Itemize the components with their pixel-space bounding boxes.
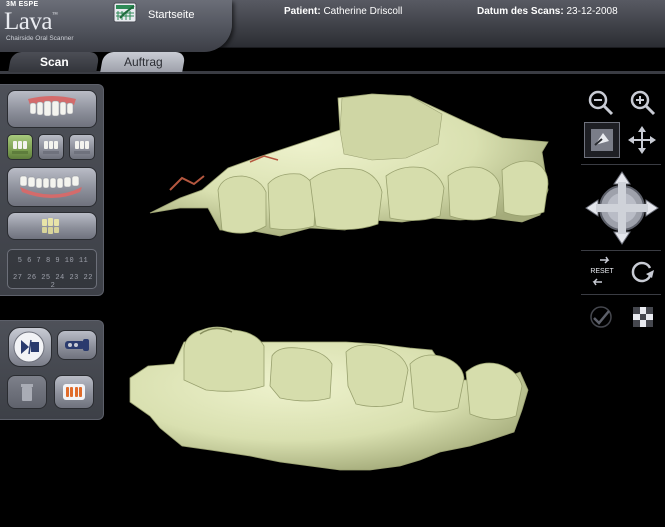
tray-button[interactable] <box>54 375 94 409</box>
pan-mode-icon[interactable] <box>626 124 658 156</box>
lower-arch-button[interactable] <box>7 167 97 207</box>
scan-date-label: Datum des Scans: <box>477 6 564 17</box>
checkerboard-view-icon[interactable] <box>630 304 656 330</box>
trademark: ™ <box>51 12 58 18</box>
upper-tooth-numbers: 5 6 7 8 9 10 11 <box>17 257 89 265</box>
upper-quadrant-middle-button[interactable] <box>38 134 64 160</box>
play-stop-icon <box>13 331 45 363</box>
upper-arch-icon <box>28 96 76 117</box>
product-title: Lava <box>4 8 52 35</box>
upper-quadrant-left-button[interactable] <box>7 134 33 160</box>
rotate-view-icon[interactable] <box>628 258 656 286</box>
patient-name: Catherine Driscoll <box>323 6 403 17</box>
quadrant-teeth-icon <box>74 141 90 154</box>
quadrant-teeth-icon <box>12 141 28 154</box>
tab-order-label: Auftrag <box>123 55 163 69</box>
toolbar-divider <box>581 294 661 295</box>
scan-3d-viewport[interactable] <box>110 80 575 520</box>
scan-date-value: 23-12-2008 <box>566 6 618 17</box>
top-header: 3M ESPE Lava™ Chairside Oral Scanner Sta… <box>0 0 665 52</box>
scanner-wand-icon <box>65 339 89 351</box>
navigation-joystick-icon[interactable] <box>584 170 660 246</box>
brand-name: 3M ESPE <box>6 1 39 8</box>
rotate-mode-icon <box>591 129 613 151</box>
scan-date-info: Datum des Scans: 23-12-2008 <box>477 6 618 17</box>
upper-quadrant-right-button[interactable] <box>69 134 95 160</box>
scanner-wand-button[interactable] <box>57 330 97 360</box>
product-tagline: Chairside Oral Scanner <box>6 35 74 42</box>
logo-panel: 3M ESPE Lava™ Chairside Oral Scanner Sta… <box>0 0 232 52</box>
lower-arch-icon <box>19 175 82 198</box>
play-stop-button[interactable] <box>8 327 52 367</box>
tray-icon <box>63 384 85 400</box>
zoom-in-icon[interactable] <box>630 90 656 116</box>
tab-scan-label: Scan <box>39 55 69 69</box>
upper-jaw-model[interactable] <box>149 93 549 237</box>
patient-info: Patient: Catherine Driscoll <box>284 6 402 17</box>
accept-check-icon[interactable] <box>588 304 614 330</box>
tab-order[interactable]: Auftrag <box>100 52 186 72</box>
reset-label: RESET <box>590 268 614 275</box>
bite-registration-button[interactable] <box>7 212 97 240</box>
bite-teeth-icon <box>42 218 59 234</box>
tab-scan[interactable]: Scan <box>8 52 100 72</box>
upper-arch-button[interactable] <box>7 90 97 128</box>
trash-icon <box>21 384 33 401</box>
reset-view-button[interactable]: RESET <box>586 256 618 286</box>
lower-tooth-numbers: 27 26 25 24 23 22 2 <box>13 274 93 290</box>
delete-button[interactable] <box>7 375 47 409</box>
product-name: Lava™ <box>4 8 58 36</box>
rotate-mode-button[interactable] <box>584 122 620 158</box>
lower-jaw-model[interactable] <box>129 326 529 471</box>
toolbar-divider <box>581 250 661 251</box>
reset-icon: RESET <box>590 256 614 286</box>
tooth-number-chart[interactable]: 5 6 7 8 9 10 11 27 26 25 24 23 22 2 <box>7 249 97 290</box>
zoom-out-icon[interactable] <box>588 90 614 116</box>
patient-label: Patient: <box>284 6 321 17</box>
home-icon[interactable] <box>112 1 140 25</box>
home-label[interactable]: Startseite <box>148 9 194 21</box>
toolbar-divider <box>581 164 661 165</box>
quadrant-teeth-icon <box>43 141 59 154</box>
